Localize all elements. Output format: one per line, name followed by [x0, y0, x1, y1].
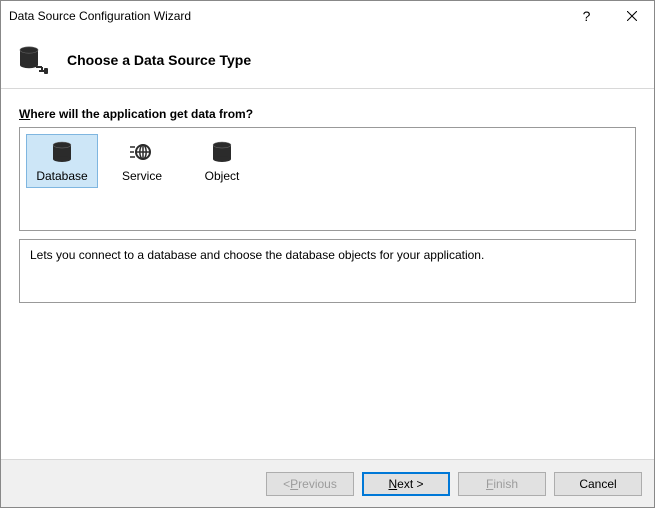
wizard-window: Data Source Configuration Wizard ? Choos…: [0, 0, 655, 508]
option-label: Object: [205, 169, 240, 183]
option-service[interactable]: Service: [106, 134, 178, 188]
option-database[interactable]: Database: [26, 134, 98, 188]
titlebar: Data Source Configuration Wizard ?: [1, 1, 654, 31]
wizard-header: Choose a Data Source Type: [1, 31, 654, 89]
database-icon: [48, 139, 76, 165]
cancel-button[interactable]: Cancel: [554, 472, 642, 496]
description-text: Lets you connect to a database and choos…: [30, 248, 484, 262]
wizard-step-title: Choose a Data Source Type: [67, 52, 251, 68]
close-icon: [627, 11, 637, 21]
option-object[interactable]: Object: [186, 134, 258, 188]
wizard-footer: < Previous Next > Finish Cancel: [1, 459, 654, 507]
option-label: Database: [36, 169, 87, 183]
option-label: Service: [122, 169, 162, 183]
window-title: Data Source Configuration Wizard: [9, 9, 564, 23]
database-wizard-icon: [19, 46, 49, 74]
wizard-content: Where will the application get data from…: [1, 89, 654, 459]
service-icon: [128, 139, 156, 165]
previous-button: < Previous: [266, 472, 354, 496]
close-button[interactable]: [609, 1, 654, 31]
prompt-label: Where will the application get data from…: [19, 107, 636, 121]
help-button[interactable]: ?: [564, 1, 609, 31]
description-box: Lets you connect to a database and choos…: [19, 239, 636, 303]
source-type-list[interactable]: Database Service: [19, 127, 636, 231]
next-button[interactable]: Next >: [362, 472, 450, 496]
finish-button: Finish: [458, 472, 546, 496]
object-icon: [208, 139, 236, 165]
